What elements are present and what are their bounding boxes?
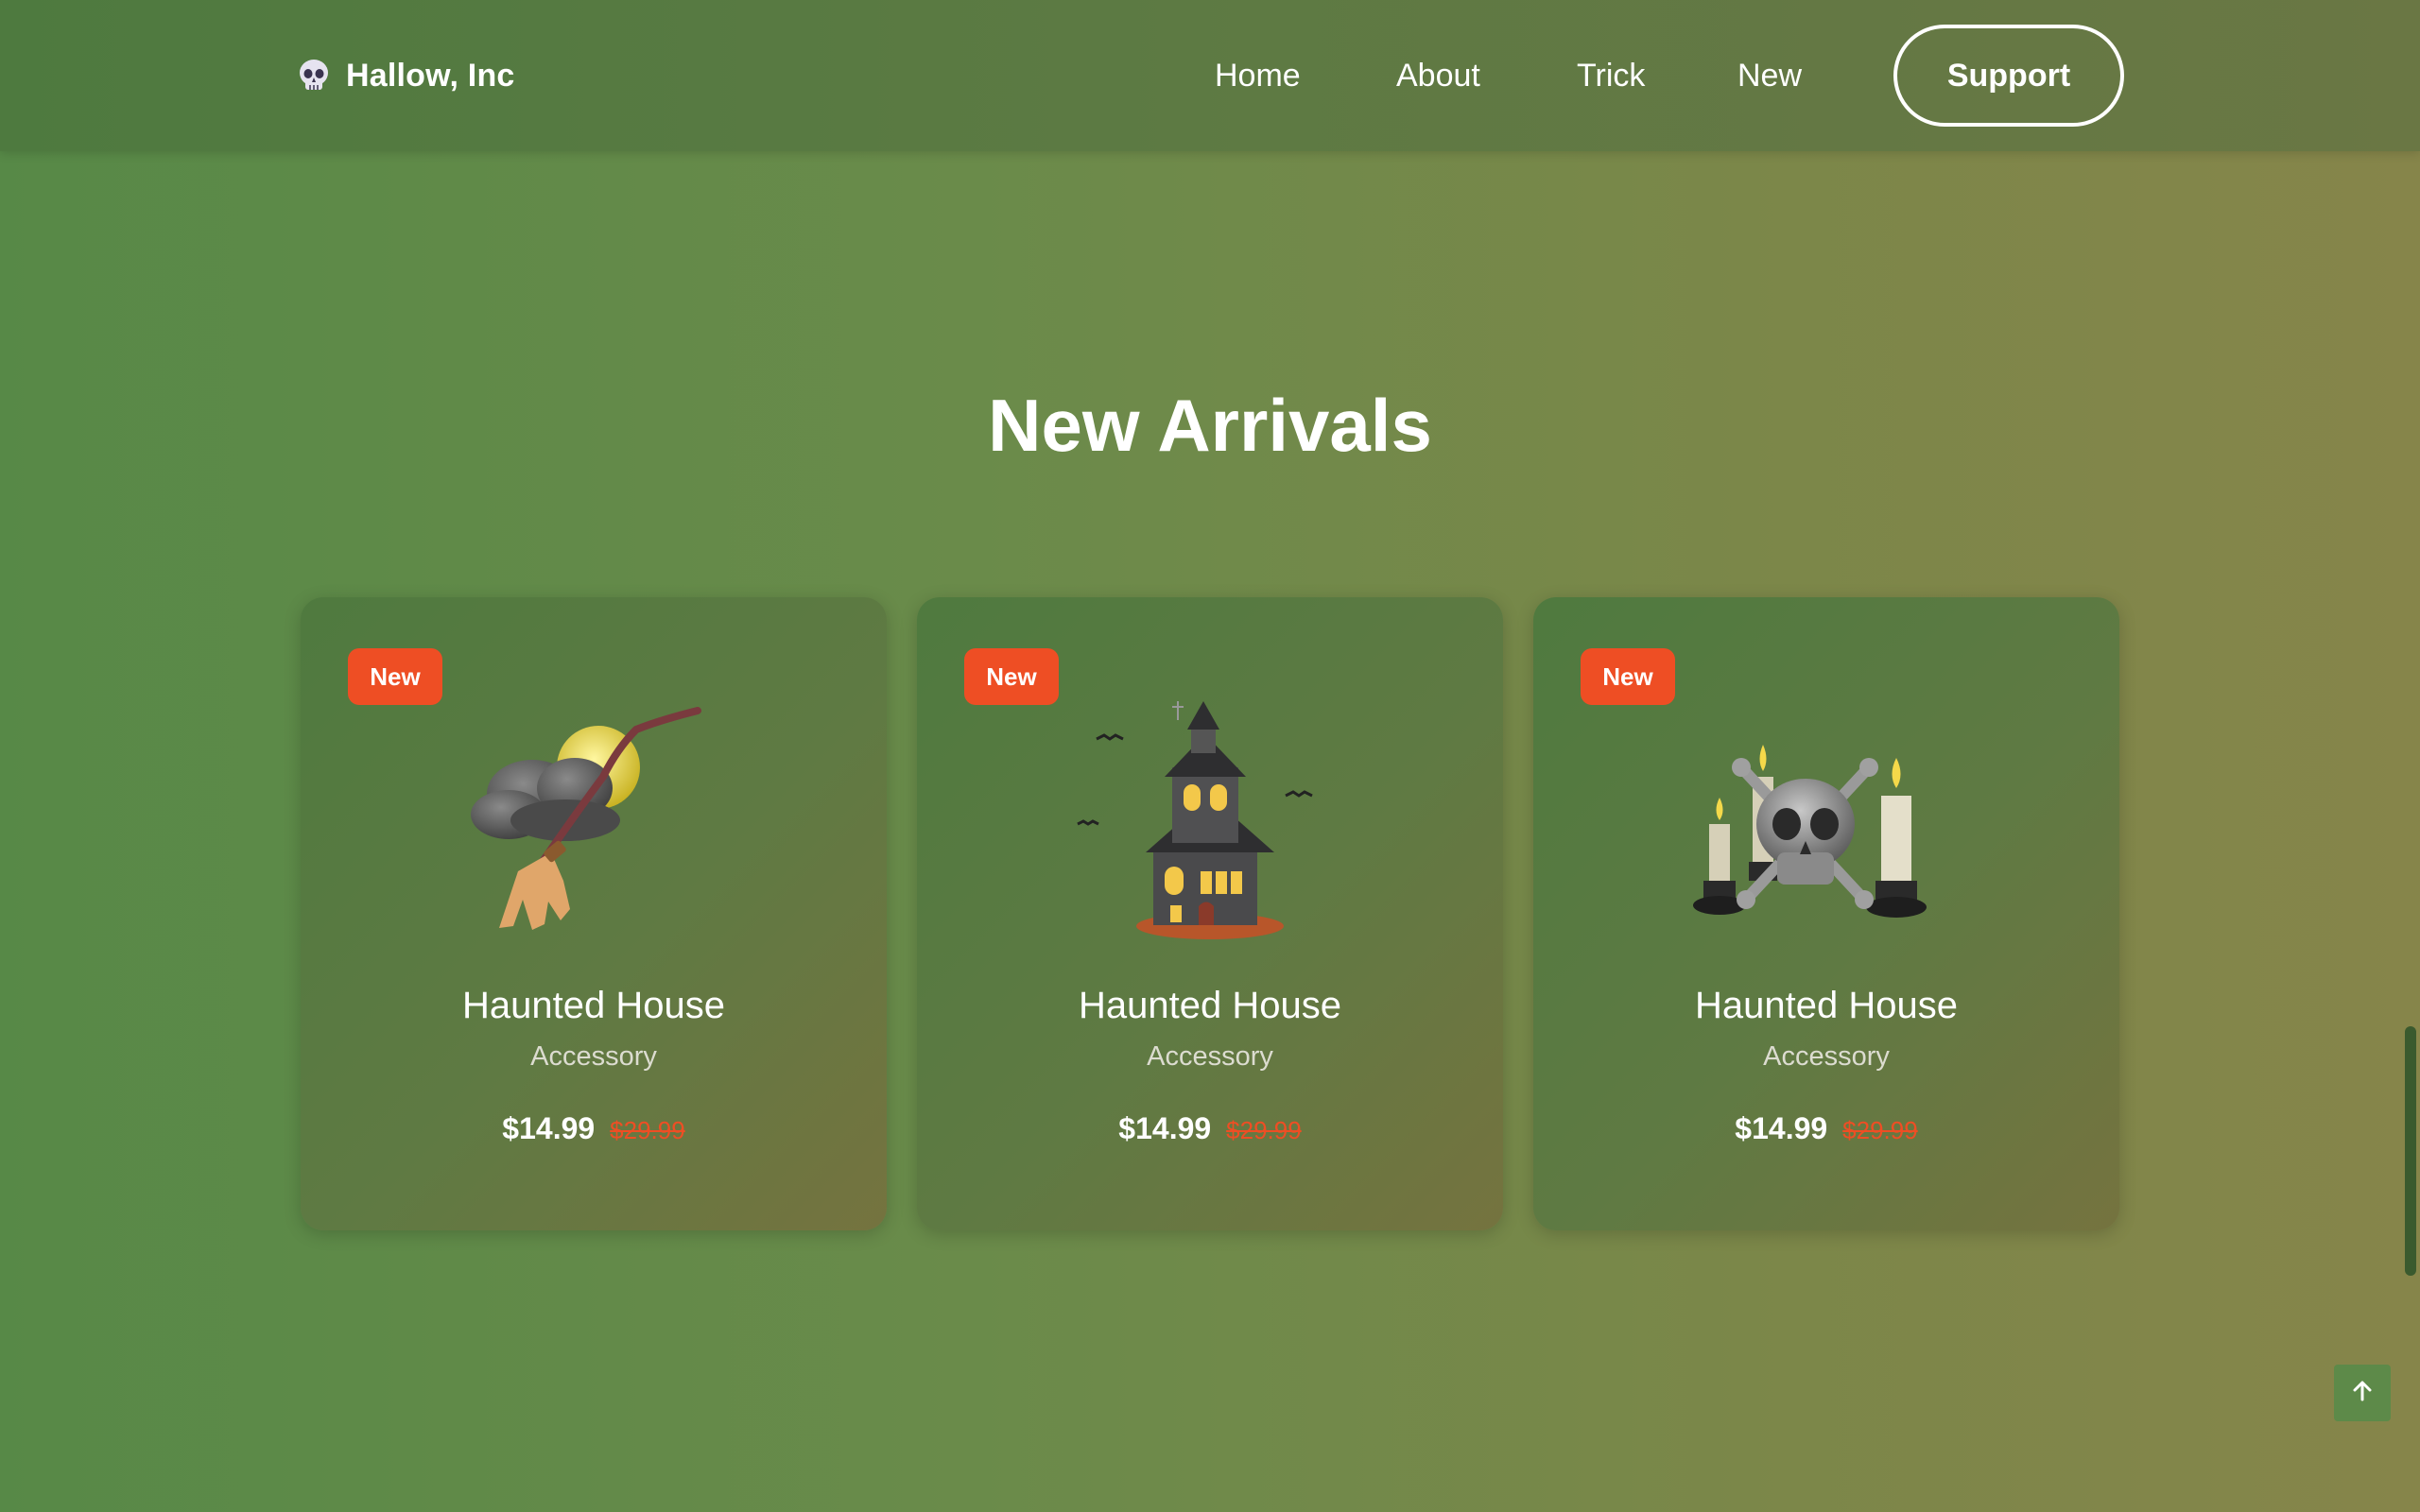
product-card[interactable]: New Haunted House Accessory $14.99 $29.9… (301, 597, 887, 1230)
scrollbar-thumb[interactable] (2405, 1026, 2416, 1276)
new-badge: New (964, 648, 1059, 705)
old-price: $29.99 (1226, 1116, 1302, 1144)
section-title: New Arrivals (988, 384, 1432, 467)
brand-name: Hallow, Inc (346, 57, 515, 94)
page-scrollbar[interactable] (2401, 0, 2420, 1512)
price-row: $14.99 $29.99 (1533, 1111, 2119, 1146)
price: $14.99 (1118, 1111, 1212, 1145)
site-header: Hallow, Inc Home About Trick New Support (0, 0, 2420, 151)
nav-trick[interactable]: Trick (1577, 53, 1645, 98)
back-to-top-button[interactable] (2334, 1365, 2391, 1421)
price-row: $14.99 $29.99 (917, 1111, 1503, 1146)
nav-about[interactable]: About (1396, 53, 1480, 98)
haunted-house-icon (1059, 682, 1361, 947)
price-row: $14.99 $29.99 (301, 1111, 887, 1146)
support-button[interactable]: Support (1893, 25, 2124, 127)
product-category: Accessory (1147, 1041, 1273, 1072)
nav-new[interactable]: New (1737, 53, 1802, 98)
new-badge: New (348, 648, 442, 705)
product-category: Accessory (530, 1041, 657, 1072)
broom-moon-cloud-icon (442, 682, 745, 947)
skull-icon (295, 57, 333, 94)
product-name[interactable]: Haunted House (301, 985, 887, 1027)
nav-home[interactable]: Home (1215, 53, 1301, 98)
brand[interactable]: Hallow, Inc (295, 53, 515, 98)
old-price: $29.99 (610, 1116, 685, 1144)
price: $14.99 (1735, 1111, 1828, 1145)
price: $14.99 (502, 1111, 596, 1145)
product-name[interactable]: Haunted House (917, 985, 1503, 1027)
new-badge: New (1581, 648, 1675, 705)
old-price: $29.99 (1842, 1116, 1918, 1144)
product-card[interactable]: New Haunted House Accessory $14.99 $29.9… (917, 597, 1503, 1230)
product-name[interactable]: Haunted House (1533, 985, 2119, 1027)
product-category: Accessory (1763, 1041, 1890, 1072)
arrow-up-icon (2350, 1379, 2375, 1408)
product-card[interactable]: New Haunted House Accessory $14.99 $29.9… (1533, 597, 2119, 1230)
skull-candles-icon (1675, 682, 1978, 947)
